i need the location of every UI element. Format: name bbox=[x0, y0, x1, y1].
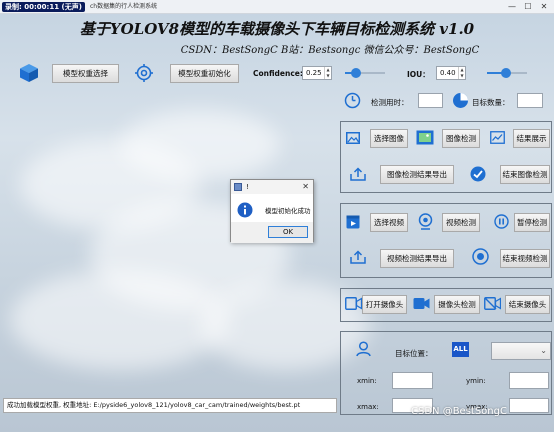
minimize-button[interactable]: — bbox=[504, 1, 520, 13]
export-video-result-button[interactable]: 视频检测结果导出 bbox=[380, 249, 454, 268]
close-button[interactable]: ✕ bbox=[536, 1, 552, 13]
message-dialog: ! ✕ 模型初始化成功 OK bbox=[230, 179, 314, 243]
upload-icon bbox=[350, 250, 366, 264]
confidence-label: Confidence: bbox=[253, 69, 303, 78]
detect-time-label: 检测用时： bbox=[371, 98, 409, 107]
dialog-message: 模型初始化成功 bbox=[265, 207, 311, 215]
cube-icon bbox=[20, 64, 38, 82]
clock-icon bbox=[344, 92, 361, 109]
settings-target-icon bbox=[135, 64, 153, 82]
app-icon bbox=[234, 183, 242, 191]
pie-chart-icon bbox=[453, 93, 468, 108]
record-stop-icon bbox=[472, 248, 489, 265]
target-count-field bbox=[517, 93, 543, 108]
ymax-field bbox=[509, 398, 549, 413]
recorder-badge: 录制: 00:00:11 (无声) bbox=[2, 2, 85, 12]
open-camera-button[interactable]: 打开摄像头 bbox=[362, 295, 407, 314]
spin-arrows-icon[interactable]: ▲ ▼ bbox=[458, 67, 465, 79]
background-cloud bbox=[120, 110, 280, 180]
image-detect-button[interactable]: 图像检测 bbox=[442, 129, 480, 148]
close-camera-button[interactable]: 结束摄像头 bbox=[505, 295, 550, 314]
check-circle-icon bbox=[470, 166, 486, 182]
iou-slider-handle[interactable] bbox=[501, 68, 511, 78]
status-bar: 成功加载模型权重, 权重地址: E:/pyside6_yolov8_121/yo… bbox=[3, 398, 337, 413]
target-count-label: 目标数量： bbox=[472, 98, 510, 107]
page-subtitle: CSDN：BestSongC B站：Bestsongc 微信公众号：BestSo… bbox=[180, 45, 480, 56]
background-cloud bbox=[10, 270, 230, 370]
confidence-spinbox[interactable]: 0.25 ▲ ▼ bbox=[302, 66, 332, 80]
dialog-footer: OK bbox=[231, 222, 313, 243]
pause-circle-icon bbox=[494, 214, 509, 229]
ymin-field bbox=[509, 372, 549, 389]
end-video-detect-button[interactable]: 结束视频检测 bbox=[500, 249, 550, 268]
title-bar: 录制: 00:00:11 (无声) ch数据集的行人检测系统 — ☐ ✕ bbox=[0, 0, 554, 14]
spin-arrows-icon[interactable]: ▲ ▼ bbox=[324, 67, 331, 79]
webcam-icon bbox=[418, 213, 433, 230]
confidence-slider-handle[interactable] bbox=[351, 68, 361, 78]
window-title: ch数据集的行人检测系统 bbox=[90, 3, 158, 10]
show-result-button[interactable]: 结果展示 bbox=[513, 129, 550, 148]
iou-label: IOU： bbox=[407, 70, 430, 79]
info-icon bbox=[237, 202, 253, 218]
all-badge-icon: ALL bbox=[452, 342, 469, 357]
ymin-label: ymin: bbox=[466, 377, 486, 385]
user-icon bbox=[356, 341, 371, 357]
upload-icon bbox=[350, 167, 366, 181]
page-title: 基于YOLOV8模型的车载摄像头下车辆目标检测系统 v1.0 bbox=[79, 20, 475, 38]
photo-detect-icon bbox=[416, 130, 434, 145]
iou-slider[interactable] bbox=[487, 67, 527, 79]
camera-detect-button[interactable]: 摄像头检测 bbox=[434, 295, 480, 314]
model-weights-select-button[interactable]: 模型权重选择 bbox=[52, 64, 119, 83]
camera-icon bbox=[345, 297, 362, 310]
dialog-close-button[interactable]: ✕ bbox=[302, 181, 309, 193]
iou-value: 0.40 bbox=[440, 69, 456, 77]
app-window: 录制: 00:00:11 (无声) ch数据集的行人检测系统 — ☐ ✕ 基于Y… bbox=[0, 0, 554, 432]
line-chart-icon bbox=[490, 131, 505, 144]
target-position-label: 目标位置： bbox=[395, 349, 433, 358]
xmax-label: xmax: bbox=[357, 403, 379, 411]
ok-button[interactable]: OK bbox=[268, 226, 308, 238]
iou-spinbox[interactable]: 0.40 ▲ ▼ bbox=[436, 66, 466, 80]
xmin-label: xmin: bbox=[357, 377, 377, 385]
select-video-button[interactable]: 选择视频 bbox=[370, 213, 408, 232]
confidence-slider[interactable] bbox=[345, 67, 385, 79]
pause-detect-button[interactable]: 暂停检测 bbox=[514, 213, 550, 232]
select-image-button[interactable]: 选择图像 bbox=[370, 129, 408, 148]
xmin-field bbox=[392, 372, 433, 389]
end-image-detect-button[interactable]: 结束图像检测 bbox=[500, 165, 550, 184]
watermark: CSDN @BestSongC bbox=[411, 406, 507, 417]
model-weights-init-button[interactable]: 模型权重初始化 bbox=[170, 64, 239, 83]
dialog-title: ! bbox=[246, 183, 249, 191]
chevron-down-icon: ⌄ bbox=[540, 346, 547, 355]
maximize-button[interactable]: ☐ bbox=[520, 1, 536, 13]
target-select-dropdown[interactable]: ⌄ bbox=[491, 342, 551, 360]
confidence-value: 0.25 bbox=[306, 69, 322, 77]
detect-time-field bbox=[418, 93, 443, 108]
video-file-icon bbox=[346, 215, 360, 229]
dialog-title-bar: ! ✕ bbox=[231, 180, 313, 194]
video-detect-button[interactable]: 视频检测 bbox=[442, 213, 480, 232]
video-camera-icon bbox=[413, 298, 430, 309]
image-icon bbox=[346, 132, 360, 144]
export-image-result-button[interactable]: 图像检测结果导出 bbox=[380, 165, 454, 184]
camera-off-icon bbox=[484, 297, 501, 310]
